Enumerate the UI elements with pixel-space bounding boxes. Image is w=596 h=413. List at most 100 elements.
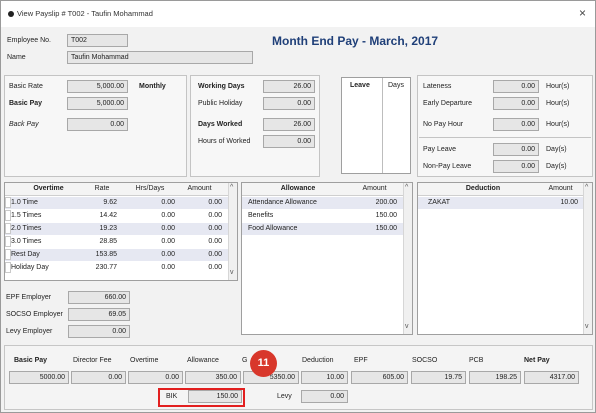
- hrs-days-cell: 0.00: [161, 199, 175, 206]
- leave-column-header: Leave: [350, 82, 370, 89]
- summary-socso-label: SOCSO: [412, 357, 438, 364]
- no-pay-hour-unit: Hour(s): [546, 121, 570, 128]
- overtime-type-cell: Rest Day: [11, 251, 40, 258]
- early-departure-label: Early Departure: [423, 100, 473, 107]
- days-worked-label: Days Worked: [198, 121, 243, 128]
- deduction-table[interactable]: Deduction Amount ZAKAT 10.00 ^ v: [417, 182, 593, 335]
- summary-epf-field: 605.00: [351, 371, 408, 384]
- lateness-unit: Hour(s): [546, 83, 570, 90]
- days-worked-field: 26.00: [263, 118, 315, 131]
- summary-director-fee-label: Director Fee: [73, 357, 112, 364]
- amount-column-header: Amount: [187, 185, 212, 192]
- deduction-header-row: Deduction Amount: [418, 183, 585, 196]
- allowance-name-cell: Benefits: [248, 212, 274, 219]
- deduction-row[interactable]: ZAKAT 10.00: [418, 197, 585, 209]
- leave-table[interactable]: Leave Days: [341, 77, 411, 174]
- allowance-scrollbar[interactable]: ^ v: [403, 183, 412, 334]
- scroll-up-icon[interactable]: ^: [230, 184, 233, 191]
- epf-employer-label: EPF Employer: [6, 294, 52, 301]
- attendance-divider: [419, 137, 591, 138]
- allowance-row[interactable]: Benefits 150.00: [242, 210, 405, 222]
- levy-employer-label: Levy Employer: [6, 328, 53, 335]
- allowance-amount-cell: 150.00: [375, 212, 397, 219]
- no-pay-hour-label: No Pay Hour: [423, 121, 464, 128]
- deduction-scrollbar[interactable]: ^ v: [583, 183, 592, 334]
- summary-pcb-field: 198.25: [469, 371, 521, 384]
- allowance-amount-cell: 150.00: [375, 225, 397, 232]
- monthly-label: Monthly: [139, 83, 166, 90]
- scroll-down-icon[interactable]: v: [405, 323, 409, 330]
- basic-rate-field: 5,000.00: [67, 80, 128, 93]
- levy-label: Levy: [277, 393, 292, 400]
- page-title: Month End Pay - March, 2017: [272, 34, 439, 48]
- summary-allowance-field: 350.00: [185, 371, 241, 384]
- scroll-down-icon[interactable]: v: [230, 269, 234, 276]
- deduction-amount-column-header: Amount: [548, 185, 573, 192]
- overtime-type-cell: 1.0 Time: [11, 199, 38, 206]
- overtime-row[interactable]: 1.5 Times 14.42 0.00 0.00: [5, 210, 230, 222]
- overtime-type-cell: 3.0 Times: [11, 238, 42, 245]
- title-bar: View Payslip # T002 - Taufin Mohammad ×: [1, 1, 595, 27]
- socso-employer-label: SOCSO Employer: [6, 311, 63, 318]
- overtime-type-cell: 1.5 Times: [11, 212, 42, 219]
- rate-column-header: Rate: [94, 185, 110, 192]
- hours-worked-label: Hours of Worked: [198, 138, 251, 145]
- overtime-table[interactable]: Overtime Rate Hrs/Days Amount 1.0 Time 9.…: [4, 182, 238, 281]
- pay-leave-unit: Day(s): [546, 146, 567, 153]
- pay-leave-label: Pay Leave: [423, 146, 457, 153]
- working-days-label: Working Days: [198, 83, 245, 90]
- summary-basic-pay-label: Basic Pay: [14, 357, 48, 364]
- public-holiday-label: Public Holiday: [198, 100, 243, 107]
- allowance-row[interactable]: Attendance Allowance 200.00: [242, 197, 405, 209]
- basic-rate-label: Basic Rate: [9, 83, 43, 90]
- amount-cell: 0.00: [208, 212, 222, 219]
- bik-highlight-box: [158, 388, 245, 407]
- allowance-column-header: Allowance: [280, 185, 316, 192]
- rate-cell: 153.85: [95, 251, 117, 258]
- overtime-row[interactable]: Holiday Day 230.77 0.00 0.00: [5, 262, 230, 274]
- overtime-type-cell: 2.0 Times: [11, 225, 42, 232]
- lateness-field: 0.00: [493, 80, 539, 93]
- window-title: View Payslip # T002 - Taufin Mohammad: [17, 9, 153, 18]
- overtime-row[interactable]: 3.0 Times 28.85 0.00 0.00: [5, 236, 230, 248]
- early-departure-field: 0.00: [493, 97, 539, 110]
- overtime-row[interactable]: 2.0 Times 19.23 0.00 0.00: [5, 223, 230, 235]
- no-pay-hour-field: 0.00: [493, 118, 539, 131]
- name-field: Taufin Mohammad: [67, 51, 253, 64]
- overtime-row[interactable]: 1.0 Time 9.62 0.00 0.00: [5, 197, 230, 209]
- rate-cell: 28.85: [99, 238, 117, 245]
- name-label: Name: [7, 54, 26, 61]
- scroll-up-icon[interactable]: ^: [585, 184, 588, 191]
- rate-cell: 230.77: [95, 264, 117, 271]
- non-pay-leave-unit: Day(s): [546, 163, 567, 170]
- summary-socso-field: 19.75: [411, 371, 466, 384]
- epf-employer-field: 660.00: [68, 291, 130, 304]
- summary-overtime-label: Overtime: [130, 357, 159, 364]
- summary-epf-label: EPF: [354, 357, 368, 364]
- hours-worked-field: 0.00: [263, 135, 315, 148]
- rate-cell: 19.23: [99, 225, 117, 232]
- days-column-header: Days: [388, 82, 404, 89]
- scroll-up-icon[interactable]: ^: [405, 184, 408, 191]
- employee-no-field: T002: [67, 34, 128, 47]
- working-days-field: 26.00: [263, 80, 315, 93]
- amount-cell: 0.00: [208, 251, 222, 258]
- overtime-row[interactable]: Rest Day 153.85 0.00 0.00: [5, 249, 230, 261]
- back-pay-label: Back Pay: [9, 121, 39, 128]
- app-icon: [8, 11, 14, 17]
- allowance-row[interactable]: Food Allowance 150.00: [242, 223, 405, 235]
- scroll-down-icon[interactable]: v: [585, 323, 589, 330]
- close-icon[interactable]: ×: [579, 6, 586, 20]
- summary-deduction-label: Deduction: [302, 357, 334, 364]
- overtime-scrollbar[interactable]: ^ v: [228, 183, 237, 280]
- summary-net-pay-field: 4317.00: [524, 371, 579, 384]
- hrs-days-cell: 0.00: [161, 238, 175, 245]
- allowance-header-row: Allowance Amount: [242, 183, 405, 196]
- early-departure-unit: Hour(s): [546, 100, 570, 107]
- summary-basic-pay-field: 5000.00: [9, 371, 69, 384]
- allowance-table[interactable]: Allowance Amount Attendance Allowance 200…: [241, 182, 413, 335]
- employee-no-label: Employee No.: [7, 37, 51, 44]
- summary-allowance-label: Allowance: [187, 357, 219, 364]
- non-pay-leave-field: 0.00: [493, 160, 539, 173]
- summary-director-fee-field: 0.00: [71, 371, 126, 384]
